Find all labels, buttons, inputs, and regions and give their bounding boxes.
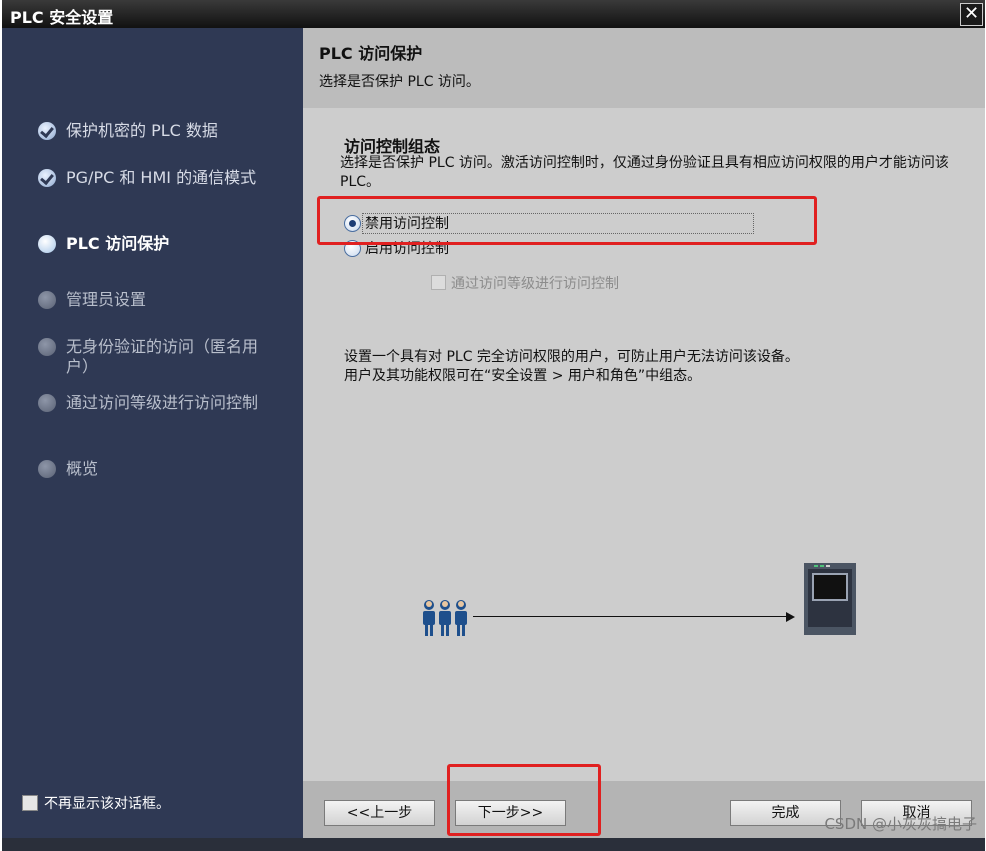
dont-show-checkbox[interactable]	[22, 795, 38, 811]
step-label: PG/PC 和 HMI 的通信模式	[66, 168, 257, 187]
step-label: 通过访问等级进行访问控制	[66, 393, 259, 412]
info-line-2: 用户及其功能权限可在“安全设置 > 用户和角色”中组态。	[344, 368, 702, 384]
step-label: 保护机密的 PLC 数据	[66, 121, 218, 140]
dont-show-label: 不再显示该对话框。	[44, 796, 170, 812]
window-title: PLC 安全设置	[10, 8, 114, 27]
step-label: 无身份验证的访问（匿名用户）	[66, 337, 259, 376]
access-level-checkbox[interactable]	[431, 275, 446, 290]
page-title: PLC 访问保护	[319, 44, 423, 63]
close-button[interactable]: ✕	[960, 3, 983, 26]
button-bar: <<上一步 下一步>> 完成 取消 CSDN @小灰灰搞电子	[303, 781, 985, 838]
page-header: PLC 访问保护 选择是否保护 PLC 访问。	[303, 28, 985, 108]
watermark: CSDN @小灰灰搞电子	[824, 815, 977, 833]
arrow-head-icon	[786, 612, 795, 622]
step-label: 管理员设置	[66, 290, 147, 309]
section-description: 选择是否保护 PLC 访问。激活访问控制时，仅通过身份验证且具有相应访问权限的用…	[340, 155, 949, 190]
access-level-checkbox-label: 通过访问等级进行访问控制	[451, 276, 619, 292]
step-label: PLC 访问保护	[66, 234, 170, 253]
previous-button[interactable]: <<上一步	[324, 800, 435, 826]
current-step-circle-icon	[38, 235, 56, 253]
pending-circle-icon	[38, 338, 56, 356]
check-circle-icon	[38, 169, 56, 187]
check-circle-icon	[38, 122, 56, 140]
main-content: PLC 访问保护 选择是否保护 PLC 访问。 访问控制组态 选择是否保护 PL…	[303, 28, 985, 838]
bottom-edge	[2, 838, 985, 851]
title-bar: PLC 安全设置 ✕	[2, 0, 985, 28]
users-icon	[423, 600, 467, 636]
page-subtitle: 选择是否保护 PLC 访问。	[319, 74, 480, 90]
annotation-highlight-next-button	[447, 764, 601, 836]
pending-circle-icon	[38, 460, 56, 478]
pending-circle-icon	[38, 394, 56, 412]
info-text: 设置一个具有对 PLC 完全访问权限的用户，可防止用户无法访问该设备。 用户及其…	[344, 348, 944, 386]
wizard-steps-sidebar: 保护机密的 PLC 数据 PG/PC 和 HMI 的通信模式 PLC 访问保护 …	[2, 28, 303, 838]
pending-circle-icon	[38, 291, 56, 309]
info-line-1: 设置一个具有对 PLC 完全访问权限的用户，可防止用户无法访问该设备。	[344, 349, 799, 365]
step-label: 概览	[66, 459, 99, 478]
plc-security-dialog: PLC 安全设置 ✕ 保护机密的 PLC 数据 PG/PC 和 HMI 的通信模…	[2, 0, 985, 851]
annotation-highlight-radio-group	[317, 196, 817, 245]
plc-device-icon	[804, 563, 856, 635]
connection-arrow	[473, 616, 789, 617]
